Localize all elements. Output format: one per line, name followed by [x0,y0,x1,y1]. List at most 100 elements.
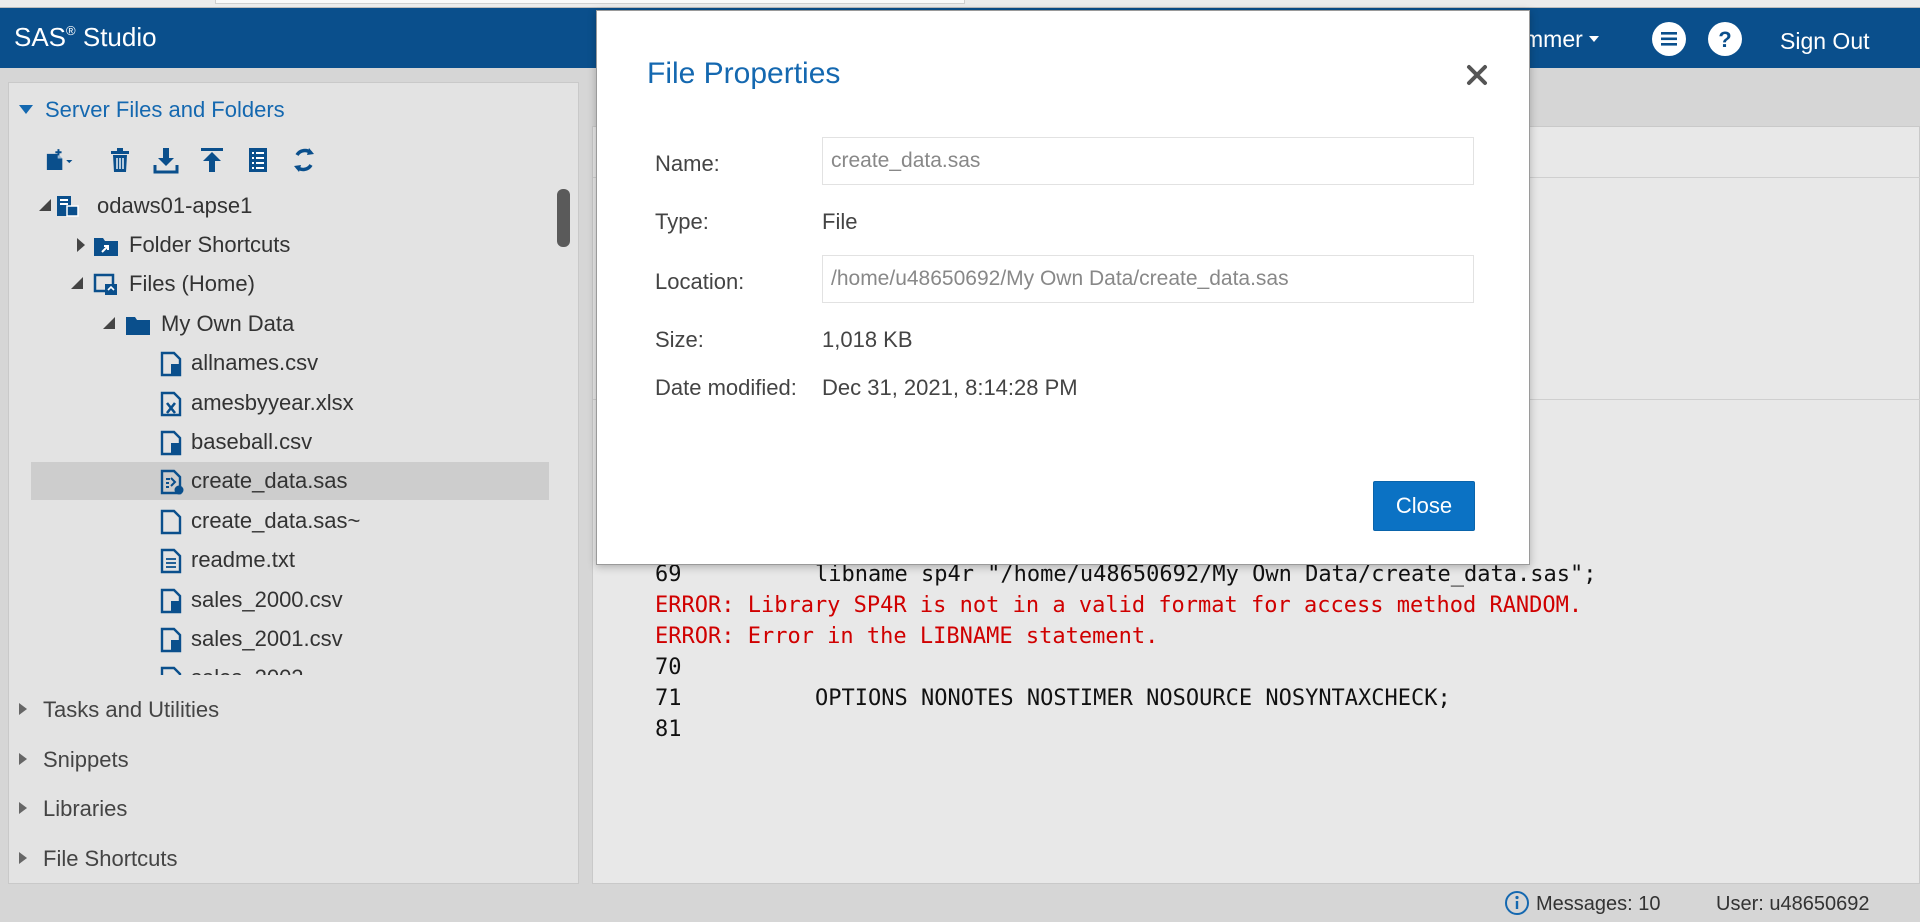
tree-item-label: create_data.sas~ [191,508,361,533]
properties-button[interactable] [241,143,275,177]
sas-program-icon [159,469,184,495]
csv-file-icon [159,351,183,377]
info-icon[interactable] [1504,890,1530,916]
perspective-menu-label: mmer [1524,26,1583,52]
csv-file-icon [159,666,183,675]
section-snippets[interactable]: Snippets [19,747,129,777]
tree-item-label: allnames.csv [191,350,319,375]
tree-item-create-data-sas-backup[interactable]: create_data.sas~ [9,502,549,540]
app-title: SAS® Studio [14,22,157,52]
browser-top-strip [0,0,1920,8]
log-line: 71 OPTIONS NONOTES NOSTIMER NOSOURCE NOSY… [655,686,1451,711]
close-button[interactable]: Close [1373,481,1475,531]
server-icon [55,194,79,220]
delete-button[interactable] [103,143,137,177]
excel-file-icon [159,391,183,417]
section-server-files[interactable]: Server Files and Folders [19,97,285,127]
expand-triangle-icon [19,105,33,114]
log-output: 69 libname sp4r "/home/u48650692/My Own D… [655,559,1596,745]
date-modified-value: Dec 31, 2021, 8:14:28 PM [822,375,1078,400]
location-field[interactable] [822,255,1474,303]
sign-out-link[interactable]: Sign Out [1780,28,1870,55]
size-value: 1,018 KB [822,327,913,352]
name-label: Name: [655,151,720,176]
home-folder-icon [93,272,117,298]
section-libraries[interactable]: Libraries [19,796,127,826]
location-label: Location: [655,269,745,294]
tree-item-sales-2000-csv[interactable]: sales_2000.csv [9,581,549,619]
type-label: Type: [655,209,709,234]
collapse-toggle-icon[interactable] [103,317,115,329]
section-tasks-utilities[interactable]: Tasks and Utilities [19,697,219,727]
tree-item-label: My Own Data [161,311,295,336]
help-icon[interactable]: ? [1708,22,1742,56]
collapse-toggle-icon[interactable] [39,199,51,211]
tree-scrollbar-thumb[interactable] [557,189,570,247]
expand-triangle-icon [19,852,27,864]
tree-item-sales-2001-csv[interactable]: sales_2001.csv [9,620,549,658]
perspective-menu[interactable]: mmer [1524,26,1599,53]
tree-item-label: odaws01-apse1 [97,193,253,218]
tree-item-readme-txt[interactable]: readme.txt [9,541,549,579]
properties-icon [249,148,267,172]
tree-item-label: sales_2001.csv [191,626,343,651]
log-line: 70 [655,655,682,680]
svg-text:?: ? [1718,27,1731,52]
tab-strip-hint [215,0,965,4]
tree-item-label: Folder Shortcuts [129,232,291,257]
tree-item-amesbyyear-xlsx[interactable]: amesbyyear.xlsx [9,384,549,422]
type-value: File [822,209,858,234]
tree-item-label: baseball.csv [191,429,313,454]
tree-item-sales-2002[interactable]: sales_2002 [9,659,549,675]
new-file-icon [46,149,73,171]
navigation-pane: Server Files and Folders odaws01-apse1 F… [8,82,579,884]
text-file-icon [159,548,183,574]
name-field[interactable] [822,137,1474,185]
refresh-button[interactable] [287,143,321,177]
user-id: User: u48650692 [1716,893,1870,915]
expand-triangle-icon [19,802,27,814]
refresh-icon [294,148,314,172]
delete-icon [111,148,129,172]
section-label: Tasks and Utilities [43,697,220,722]
section-file-shortcuts[interactable]: File Shortcuts [19,846,178,876]
tree-item-label: amesbyyear.xlsx [191,390,354,415]
tree-item-create-data-sas[interactable]: create_data.sas [31,462,549,500]
tree-item-files-home[interactable]: Files (Home) [9,265,549,303]
folder-icon [125,312,150,338]
caret-down-icon [1588,36,1599,42]
list-menu-icon[interactable] [1652,22,1686,56]
upload-icon [201,148,223,172]
upload-button[interactable] [195,143,229,177]
log-error-line: ERROR: Error in the LIBNAME statement. [655,624,1159,649]
expand-toggle-icon[interactable] [77,238,85,252]
tree-item-label: create_data.sas [191,468,348,493]
blank-file-icon [159,509,183,535]
file-tree: odaws01-apse1 Folder Shortcuts Files (Ho… [9,187,549,675]
tree-item-allnames-csv[interactable]: allnames.csv [9,344,549,382]
file-properties-dialog: File Properties Name: Type: File Locatio… [596,10,1530,565]
close-icon[interactable] [1463,61,1491,89]
tree-item-label: Files (Home) [129,271,255,296]
folder-shortcut-icon [93,233,118,259]
log-line: 81 [655,717,682,742]
tree-item-folder-shortcuts[interactable]: Folder Shortcuts [9,226,549,264]
tree-item-baseball-csv[interactable]: baseball.csv [9,423,549,461]
section-server-files-label: Server Files and Folders [45,97,285,122]
download-icon [153,148,179,174]
section-label: Snippets [43,747,129,772]
tree-item-my-own-data[interactable]: My Own Data [9,305,549,343]
messages-count[interactable]: Messages: 10 [1536,893,1661,916]
tree-item-label: readme.txt [191,547,295,572]
csv-file-icon [159,627,183,653]
csv-file-icon [159,430,183,456]
status-bar: Messages: 10 User: u48650692 [0,886,1920,922]
tree-item-server[interactable]: odaws01-apse1 [9,187,549,225]
date-modified-label: Date modified: [655,375,797,400]
section-label: Libraries [43,796,128,821]
download-button[interactable] [149,143,183,177]
new-file-button[interactable] [43,143,87,177]
size-label: Size: [655,327,704,352]
collapse-toggle-icon[interactable] [71,277,83,289]
expand-triangle-icon [19,703,27,715]
